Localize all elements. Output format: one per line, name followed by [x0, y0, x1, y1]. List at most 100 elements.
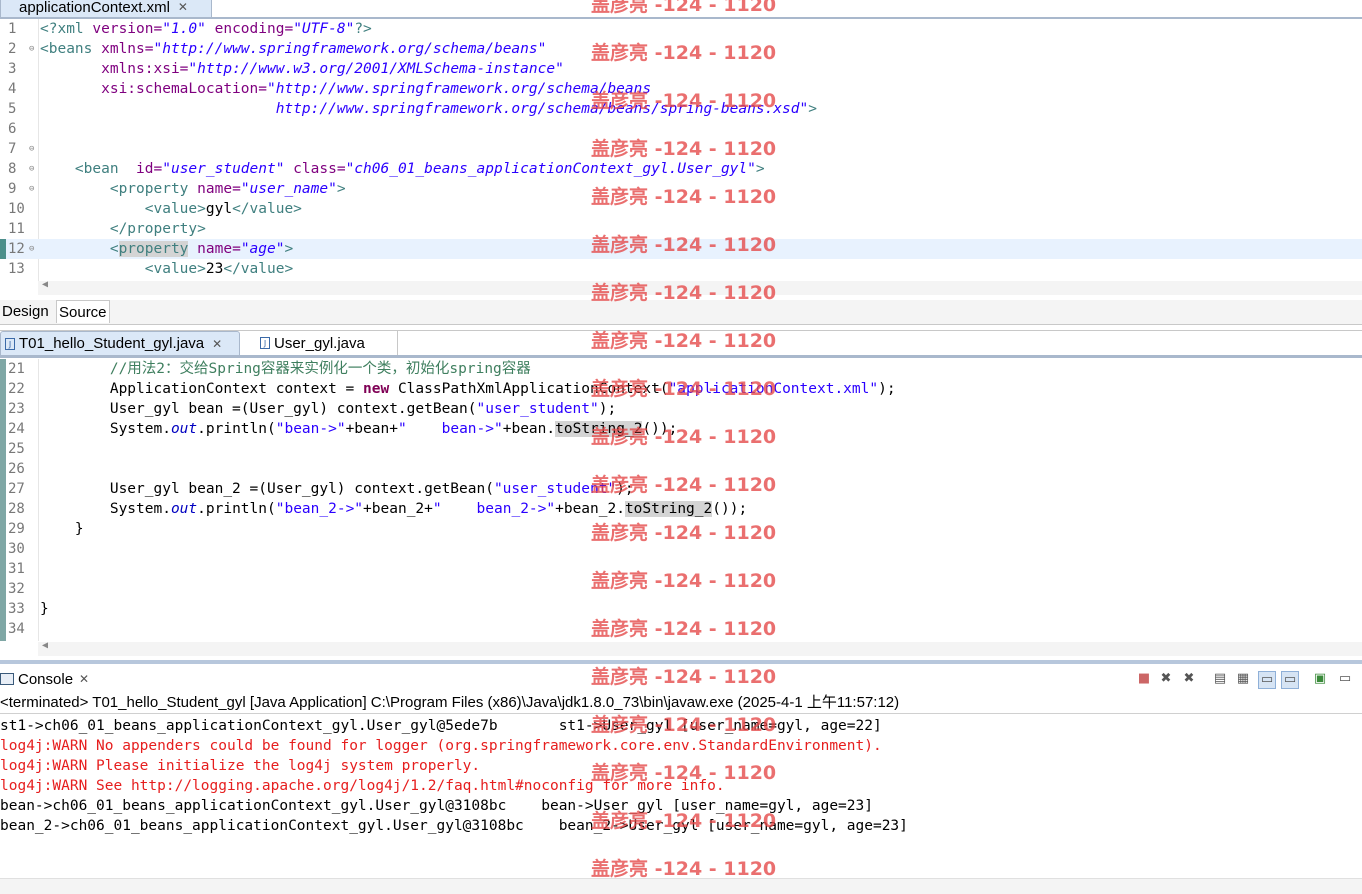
code-token: .println(: [197, 501, 276, 517]
java-source-editor[interactable]: 21 //用法2：交给Spring容器来实例化一个类，初始化spring容器 22…: [0, 359, 1362, 641]
tab-user-gyl-java[interactable]: J User_gyl.java: [256, 331, 398, 355]
line-number: 1: [8, 21, 17, 37]
code-text: System.out.println("bean_2->"+bean_2+" b…: [40, 499, 747, 519]
code-token: </value>: [223, 261, 294, 277]
code-token: ?>: [354, 21, 372, 37]
show-stderr-icon[interactable]: ▭: [1281, 671, 1299, 689]
code-token: );: [616, 481, 634, 497]
line-number: 12: [8, 241, 25, 257]
code-text: }: [40, 599, 49, 619]
code-token: " bean->": [397, 421, 503, 437]
fold-toggle-icon[interactable]: ⊖: [29, 179, 34, 199]
code-line[interactable]: 26: [0, 459, 1362, 479]
show-stdout-icon[interactable]: ▭: [1258, 671, 1276, 689]
close-icon[interactable]: ✕: [79, 672, 89, 686]
code-line[interactable]: 11 </property>: [0, 219, 1362, 239]
code-line[interactable]: 32: [0, 579, 1362, 599]
code-line[interactable]: 30: [0, 539, 1362, 559]
fold-toggle-icon[interactable]: ⊖: [29, 39, 34, 59]
line-number: 3: [8, 61, 17, 77]
code-token: name=: [197, 181, 241, 197]
console-icon: [0, 673, 14, 685]
code-line[interactable]: 5 http://www.springframework.org/schema/…: [0, 99, 1362, 119]
tab-design[interactable]: Design: [0, 300, 51, 323]
code-line[interactable]: 12 ⊖ <property name="age">: [0, 239, 1362, 259]
line-number: 22: [8, 381, 25, 397]
console-error-line: log4j:WARN See http://logging.apache.org…: [0, 778, 725, 794]
console-error-line: log4j:WARN No appenders could be found f…: [0, 738, 882, 754]
remove-launch-icon[interactable]: ✖: [1158, 671, 1174, 687]
code-line[interactable]: 34: [0, 619, 1362, 639]
code-token: new: [363, 381, 390, 397]
scroll-left-icon[interactable]: ◀: [42, 640, 48, 651]
code-line[interactable]: 25: [0, 439, 1362, 459]
close-icon[interactable]: ✕: [178, 0, 188, 14]
line-number: 9: [8, 181, 17, 197]
code-line[interactable]: 9 ⊖ <property name="user_name">: [0, 179, 1362, 199]
tab-applicationcontext-xml[interactable]: applicationContext.xml ✕: [0, 0, 212, 17]
tab-label: applicationContext.xml: [19, 0, 170, 16]
java-file-icon: J: [260, 337, 270, 349]
scroll-lock-icon[interactable]: ▦: [1235, 671, 1251, 687]
console-horizontal-scrollbar[interactable]: [0, 878, 1362, 894]
code-line[interactable]: 2 ⊖ <beans xmlns="http://www.springframewo…: [0, 39, 1362, 59]
display-console-icon[interactable]: ▭: [1337, 671, 1353, 687]
code-line[interactable]: 27 User_gyl bean_2 =(User_gyl) context.g…: [0, 479, 1362, 499]
code-token: "ch06_01_beans_applicationContext_gyl.Us…: [345, 161, 756, 177]
code-line[interactable]: 1 <?xml version="1.0" encoding="UTF-8"?>: [0, 19, 1362, 39]
tab-source[interactable]: Source: [56, 300, 110, 323]
code-line[interactable]: 21 //用法2：交给Spring容器来实例化一个类，初始化spring容器: [0, 359, 1362, 379]
code-line[interactable]: 23 User_gyl bean =(User_gyl) context.get…: [0, 399, 1362, 419]
fold-toggle-icon[interactable]: ⊖: [29, 139, 34, 159]
code-line[interactable]: 31: [0, 559, 1362, 579]
remove-all-launches-icon[interactable]: ✖: [1181, 671, 1197, 687]
code-token: name=: [197, 241, 241, 257]
line-number: 7: [8, 141, 17, 157]
code-line[interactable]: 29 }: [0, 519, 1362, 539]
code-line[interactable]: 7 ⊖: [0, 139, 1362, 159]
java-horizontal-scrollbar[interactable]: ◀: [38, 640, 1362, 656]
code-line[interactable]: 13 <value>23</value>: [0, 259, 1362, 279]
code-line[interactable]: 8 ⊖ <bean id="user_student" class="ch06_0…: [0, 159, 1362, 179]
xml-editor-tabbar: applicationContext.xml ✕: [0, 0, 1362, 19]
code-token: //用法2：交给Spring容器来实例化一个类，初始化spring容器: [109, 361, 531, 377]
pin-console-icon[interactable]: ▣: [1312, 671, 1328, 687]
code-token: "user_name": [240, 181, 337, 197]
line-number: 6: [8, 121, 17, 137]
line-number: 2: [8, 41, 17, 57]
scroll-left-icon[interactable]: ◀: [42, 279, 48, 290]
terminate-icon[interactable]: ■: [1136, 671, 1152, 687]
java-file-icon: J: [5, 337, 15, 350]
code-text: xmlns:xsi="http://www.w3.org/2001/XMLSch…: [40, 59, 564, 79]
code-line[interactable]: 28 System.out.println("bean_2->"+bean_2+…: [0, 499, 1362, 519]
code-line[interactable]: 22 ApplicationContext context = new Clas…: [0, 379, 1362, 399]
xml-horizontal-scrollbar[interactable]: ◀: [38, 279, 1362, 295]
tab-t01-hello-student-gyl-java[interactable]: J T01_hello_Student_gyl.java ✕: [0, 331, 240, 355]
code-line[interactable]: 3 xmlns:xsi="http://www.w3.org/2001/XMLS…: [0, 59, 1362, 79]
line-number: 11: [8, 221, 25, 237]
code-token: );: [598, 401, 617, 417]
code-line[interactable]: 33}: [0, 599, 1362, 619]
code-token: "age": [240, 241, 285, 257]
code-line[interactable]: 10 <value>gyl</value>: [0, 199, 1362, 219]
console-tab[interactable]: Console ✕: [0, 668, 89, 690]
code-token: out: [170, 421, 198, 437]
fold-toggle-icon[interactable]: ⊖: [29, 159, 34, 179]
console-output-line: bean->ch06_01_beans_applicationContext_g…: [0, 798, 873, 814]
console-output-line: st1->ch06_01_beans_applicationContext_gy…: [0, 718, 882, 734]
close-icon[interactable]: ✕: [212, 337, 222, 351]
clear-console-icon[interactable]: ▤: [1212, 671, 1228, 687]
code-token: }: [40, 521, 84, 537]
line-number: 5: [8, 101, 17, 117]
xml-source-editor[interactable]: 1 <?xml version="1.0" encoding="UTF-8"?> 2…: [0, 19, 1362, 281]
line-number: 24: [8, 421, 25, 437]
code-line[interactable]: 6: [0, 119, 1362, 139]
code-token: }: [40, 601, 49, 617]
code-line[interactable]: 4 xsi:schemaLocation="http://www.springf…: [0, 79, 1362, 99]
fold-toggle-icon[interactable]: ⊖: [29, 239, 34, 259]
code-line[interactable]: 24 System.out.println("bean->"+bean+" be…: [0, 419, 1362, 439]
